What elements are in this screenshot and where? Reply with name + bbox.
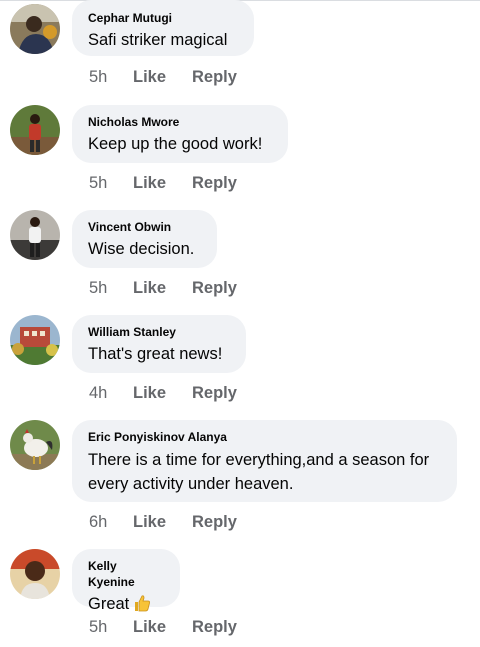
comment-bubble: William Stanley That's great news!: [72, 315, 246, 373]
comment-author[interactable]: William Stanley: [88, 324, 230, 340]
comment-author[interactable]: Nicholas Mwore: [88, 114, 272, 130]
person-avatar-icon[interactable]: [10, 210, 60, 260]
person-avatar-icon[interactable]: [10, 4, 60, 54]
comment-text: That's great news!: [88, 345, 223, 363]
comment-actions: 5h Like Reply: [89, 277, 237, 299]
like-button[interactable]: Like: [133, 616, 192, 638]
comment-bubble: Eric Ponyiskinov Alanya There is a time …: [72, 420, 457, 502]
reply-button[interactable]: Reply: [192, 511, 237, 533]
like-button[interactable]: Like: [133, 511, 192, 533]
comment-bubble: Kelly Kyenine Great: [72, 549, 180, 613]
like-button[interactable]: Like: [133, 277, 192, 299]
comment-author[interactable]: Vincent Obwin: [88, 219, 201, 235]
comment-author[interactable]: Cephar Mutugi: [88, 10, 238, 26]
reply-button[interactable]: Reply: [192, 277, 237, 299]
comment-text: Wise decision.: [88, 240, 195, 258]
like-button[interactable]: Like: [133, 382, 192, 404]
comment-timestamp[interactable]: 6h: [89, 511, 133, 533]
comment-timestamp[interactable]: 5h: [89, 277, 133, 299]
comment-actions: 6h Like Reply: [89, 511, 237, 533]
comment-author[interactable]: Kelly Kyenine: [88, 558, 164, 590]
comment-author[interactable]: Eric Ponyiskinov Alanya: [88, 429, 441, 445]
comment-actions: 5h Like Reply: [89, 172, 237, 194]
reply-button[interactable]: Reply: [192, 66, 237, 88]
comment-bubble: Cephar Mutugi Safi striker magical: [72, 0, 254, 56]
comment-actions: 5h Like Reply: [89, 616, 237, 638]
comment-text: Keep up the good work!: [88, 135, 263, 153]
building-avatar-icon[interactable]: [10, 315, 60, 365]
reply-button[interactable]: Reply: [192, 616, 237, 638]
comment-actions: 4h Like Reply: [89, 382, 237, 404]
reply-button[interactable]: Reply: [192, 172, 237, 194]
person-avatar-icon[interactable]: [10, 105, 60, 155]
comment-timestamp[interactable]: 5h: [89, 616, 133, 638]
reply-button[interactable]: Reply: [192, 382, 237, 404]
comment-text-content: Great: [88, 595, 130, 613]
rooster-avatar-icon[interactable]: [10, 420, 60, 470]
person-avatar-icon[interactable]: [10, 549, 60, 599]
comment-timestamp[interactable]: 4h: [89, 382, 133, 404]
comment-timestamp[interactable]: 5h: [89, 172, 133, 194]
comment-text: Safi striker magical: [88, 31, 228, 49]
comment-bubble: Vincent Obwin Wise decision.: [72, 210, 217, 268]
comment-timestamp[interactable]: 5h: [89, 66, 133, 88]
like-button[interactable]: Like: [133, 66, 192, 88]
like-button[interactable]: Like: [133, 172, 192, 194]
comment-bubble: Nicholas Mwore Keep up the good work!: [72, 105, 288, 163]
comment-text: There is a time for everything,and a sea…: [88, 451, 430, 493]
comment-actions: 5h Like Reply: [89, 66, 237, 88]
